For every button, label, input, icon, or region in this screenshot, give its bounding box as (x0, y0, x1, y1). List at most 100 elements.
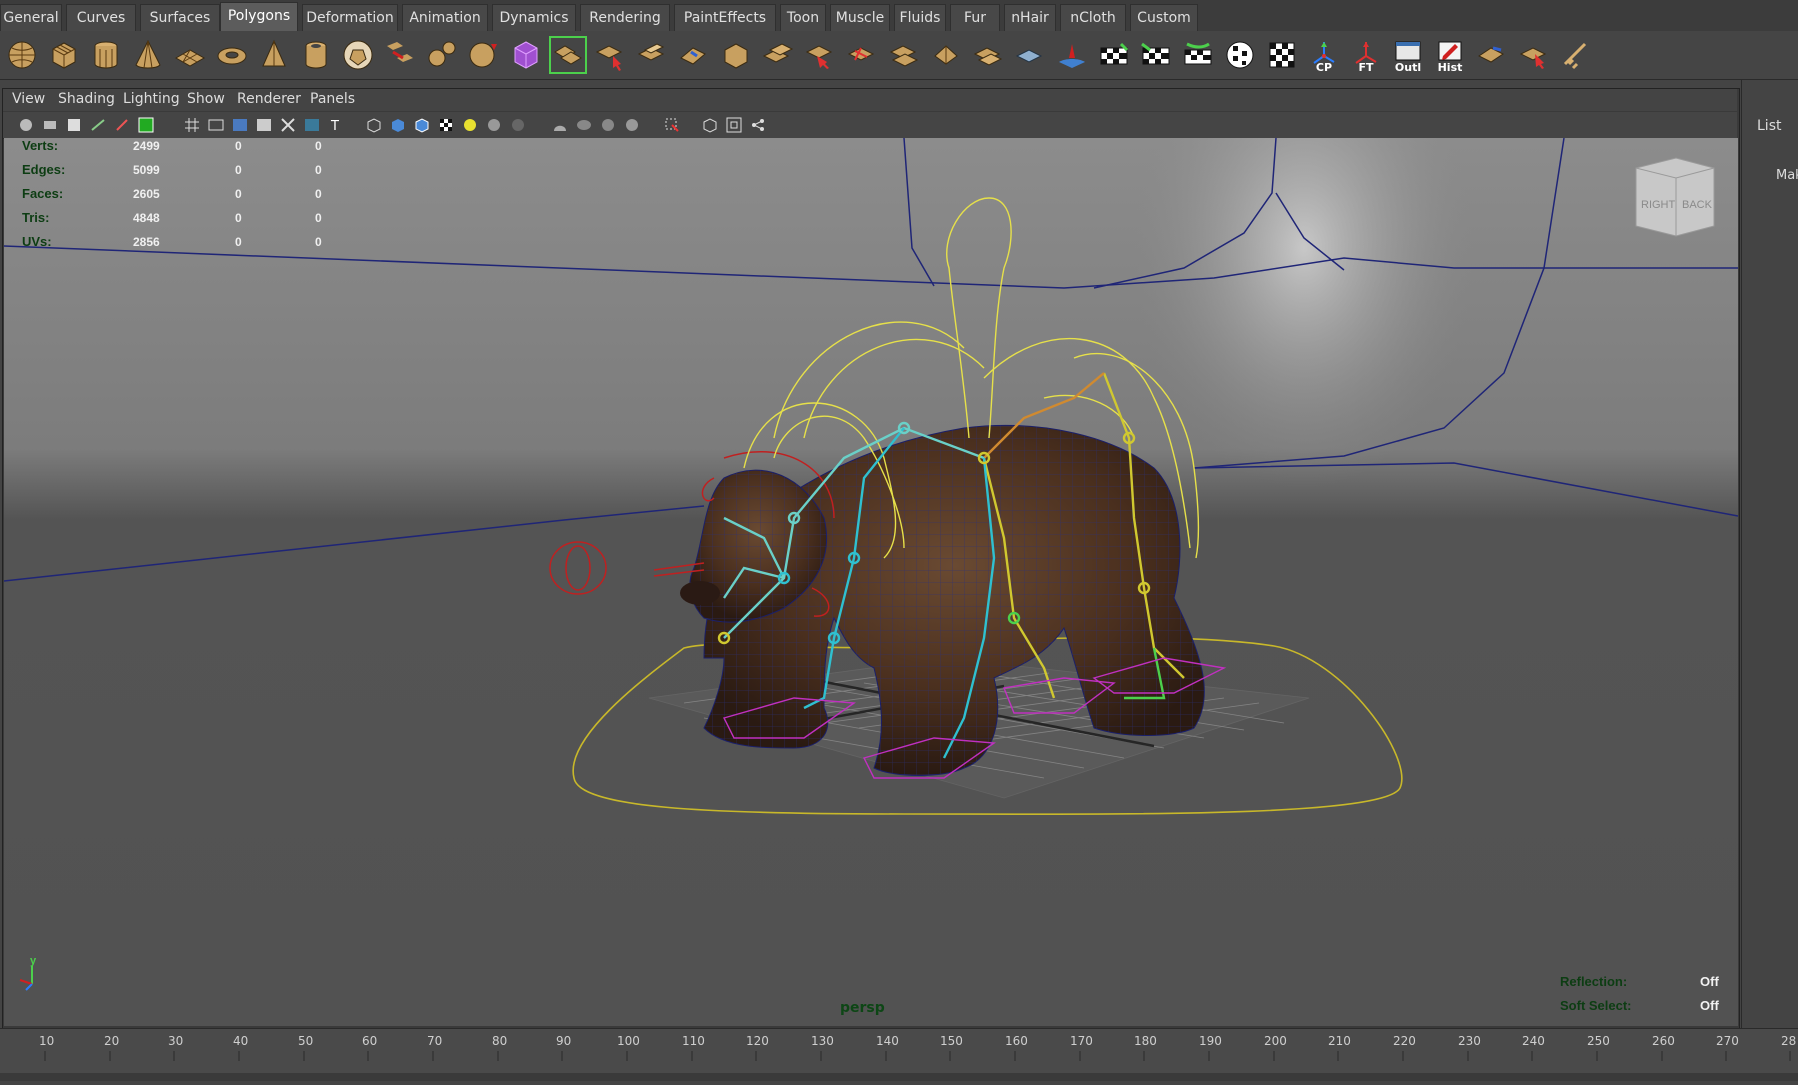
automatic-map-icon[interactable] (1265, 38, 1299, 72)
two-pane-icon[interactable] (725, 116, 743, 134)
shelf-tab-fluids[interactable]: Fluids (894, 4, 946, 31)
viewcube-right-label: RIGHT (1641, 199, 1676, 211)
checker-uv-icon[interactable] (1097, 38, 1131, 72)
safe-action-icon[interactable] (255, 116, 273, 134)
timeline-tick: 120 (746, 1034, 769, 1048)
xray-icon[interactable] (575, 116, 593, 134)
shelf-tab-nhair[interactable]: nHair (1004, 4, 1056, 31)
field-chart-icon[interactable] (231, 116, 249, 134)
texture-icon[interactable] (437, 116, 455, 134)
combine-icon[interactable] (383, 38, 417, 72)
gate-mask-icon[interactable] (303, 116, 321, 134)
shelf-tab-fur[interactable]: Fur (950, 4, 1000, 31)
append-polygon-icon[interactable] (593, 38, 627, 72)
grid-icon[interactable] (183, 116, 201, 134)
planar-map-icon[interactable] (1139, 38, 1173, 72)
menu-panels[interactable]: Panels (310, 91, 355, 107)
camera-attributes-icon[interactable] (41, 116, 59, 134)
bear-mesh[interactable] (680, 424, 1205, 776)
menu-shading[interactable]: Shading (58, 91, 115, 107)
extrude-icon[interactable] (635, 38, 669, 72)
xray-joints-icon[interactable] (599, 116, 617, 134)
shelf-tab-toon[interactable]: Toon (780, 4, 826, 31)
timeline-tick: 210 (1328, 1034, 1351, 1048)
poly-cone-icon[interactable] (131, 38, 165, 72)
poly-soccer-ball-icon[interactable] (341, 38, 375, 72)
cylindrical-map-icon[interactable] (1181, 38, 1215, 72)
all-lights-icon[interactable] (485, 116, 503, 134)
freeze-transform-icon[interactable]: FT (1349, 38, 1383, 74)
merge-vertices-icon[interactable] (971, 38, 1005, 72)
outliner-icon[interactable]: Outl (1391, 38, 1425, 74)
single-pane-icon[interactable] (701, 116, 719, 134)
bevel-icon[interactable] (929, 38, 963, 72)
poly-pipe-icon[interactable] (299, 38, 333, 72)
xray-components-icon[interactable] (623, 116, 641, 134)
poly-prism-icon[interactable] (257, 38, 291, 72)
shelf-tab-muscle[interactable]: Muscle (830, 4, 890, 31)
cp-label: CP (1315, 61, 1333, 74)
duplicate-face-icon[interactable] (761, 38, 795, 72)
list-menu[interactable]: List (1757, 118, 1781, 134)
poly-plane-icon[interactable] (173, 38, 207, 72)
safe-title-icon[interactable] (279, 116, 297, 134)
softselect-value: Off (1700, 998, 1719, 1013)
hypergraph-icon[interactable] (749, 116, 767, 134)
collapse-icon[interactable] (1013, 38, 1047, 72)
shelf-tab-custom[interactable]: Custom (1130, 4, 1198, 31)
grease-pencil-icon[interactable] (113, 116, 131, 134)
poly-sphere-icon[interactable] (5, 38, 39, 72)
extract-icon[interactable] (467, 38, 501, 72)
separate-icon[interactable] (425, 38, 459, 72)
timeline-tick: 160 (1005, 1034, 1028, 1048)
menu-show[interactable]: Show (187, 91, 225, 107)
view-cube[interactable]: RIGHT BACK (1635, 157, 1715, 237)
history-icon[interactable]: Hist (1433, 38, 1467, 74)
bridge-icon[interactable] (549, 36, 587, 74)
insert-edge-loop-icon[interactable] (845, 38, 879, 72)
shelf-tab-dynamics[interactable]: Dynamics (492, 4, 576, 31)
text-icon[interactable]: T (327, 116, 345, 134)
shelf-tab-deformation[interactable]: Deformation (302, 4, 398, 31)
sculpt-icon[interactable] (1055, 38, 1089, 72)
shelf-tab-general[interactable]: General (0, 4, 62, 31)
select-camera-icon[interactable] (17, 116, 35, 134)
select-tool-icon[interactable] (1517, 38, 1551, 72)
wireframe-icon[interactable] (365, 116, 383, 134)
resolution-gate-icon[interactable] (137, 116, 155, 134)
offset-edge-loop-icon[interactable] (887, 38, 921, 72)
shelf-tab-ncloth[interactable]: nCloth (1060, 4, 1126, 31)
split-polygon-icon[interactable] (803, 38, 837, 72)
uv-editor-icon[interactable] (1475, 38, 1509, 72)
smooth-shade-icon[interactable] (389, 116, 407, 134)
poke-face-icon[interactable] (719, 38, 753, 72)
shelf-tab-surfaces[interactable]: Surfaces (140, 4, 220, 31)
hud-faces-sel: 0 (235, 187, 242, 201)
isolate-icon[interactable] (551, 116, 569, 134)
poly-cube-icon[interactable] (47, 38, 81, 72)
select-highlight-icon[interactable] (663, 116, 681, 134)
menu-view[interactable]: View (12, 91, 45, 107)
perspective-viewport[interactable]: Verts: 2499 0 0 Edges: 5099 0 0 Faces: 2… (4, 138, 1738, 1026)
hud-edges-uv: 0 (315, 163, 322, 177)
shelf-tab-curves[interactable]: Curves (66, 4, 136, 31)
spherical-map-icon[interactable] (1223, 38, 1257, 72)
shelf-tab-rendering[interactable]: Rendering (580, 4, 670, 31)
menu-renderer[interactable]: Renderer (237, 91, 301, 107)
wedge-face-icon[interactable] (677, 38, 711, 72)
image-plane-icon[interactable] (89, 116, 107, 134)
measure-icon[interactable] (1559, 38, 1593, 72)
poly-torus-icon[interactable] (215, 38, 249, 72)
menu-lighting[interactable]: Lighting (123, 91, 180, 107)
film-gate-icon[interactable] (207, 116, 225, 134)
center-pivot-icon[interactable]: CP (1307, 38, 1341, 74)
shelf-tab-polygons[interactable]: Polygons (220, 2, 298, 31)
default-lighting-icon[interactable] (461, 116, 479, 134)
shelf-tab-animation[interactable]: Animation (402, 4, 488, 31)
smooth-icon[interactable] (509, 38, 543, 72)
shelf-tab-painteffects[interactable]: PaintEffects (674, 4, 776, 31)
shadows-icon[interactable] (509, 116, 527, 134)
wireframe-on-shaded-icon[interactable] (413, 116, 431, 134)
bookmarks-icon[interactable] (65, 116, 83, 134)
poly-cylinder-icon[interactable] (89, 38, 123, 72)
